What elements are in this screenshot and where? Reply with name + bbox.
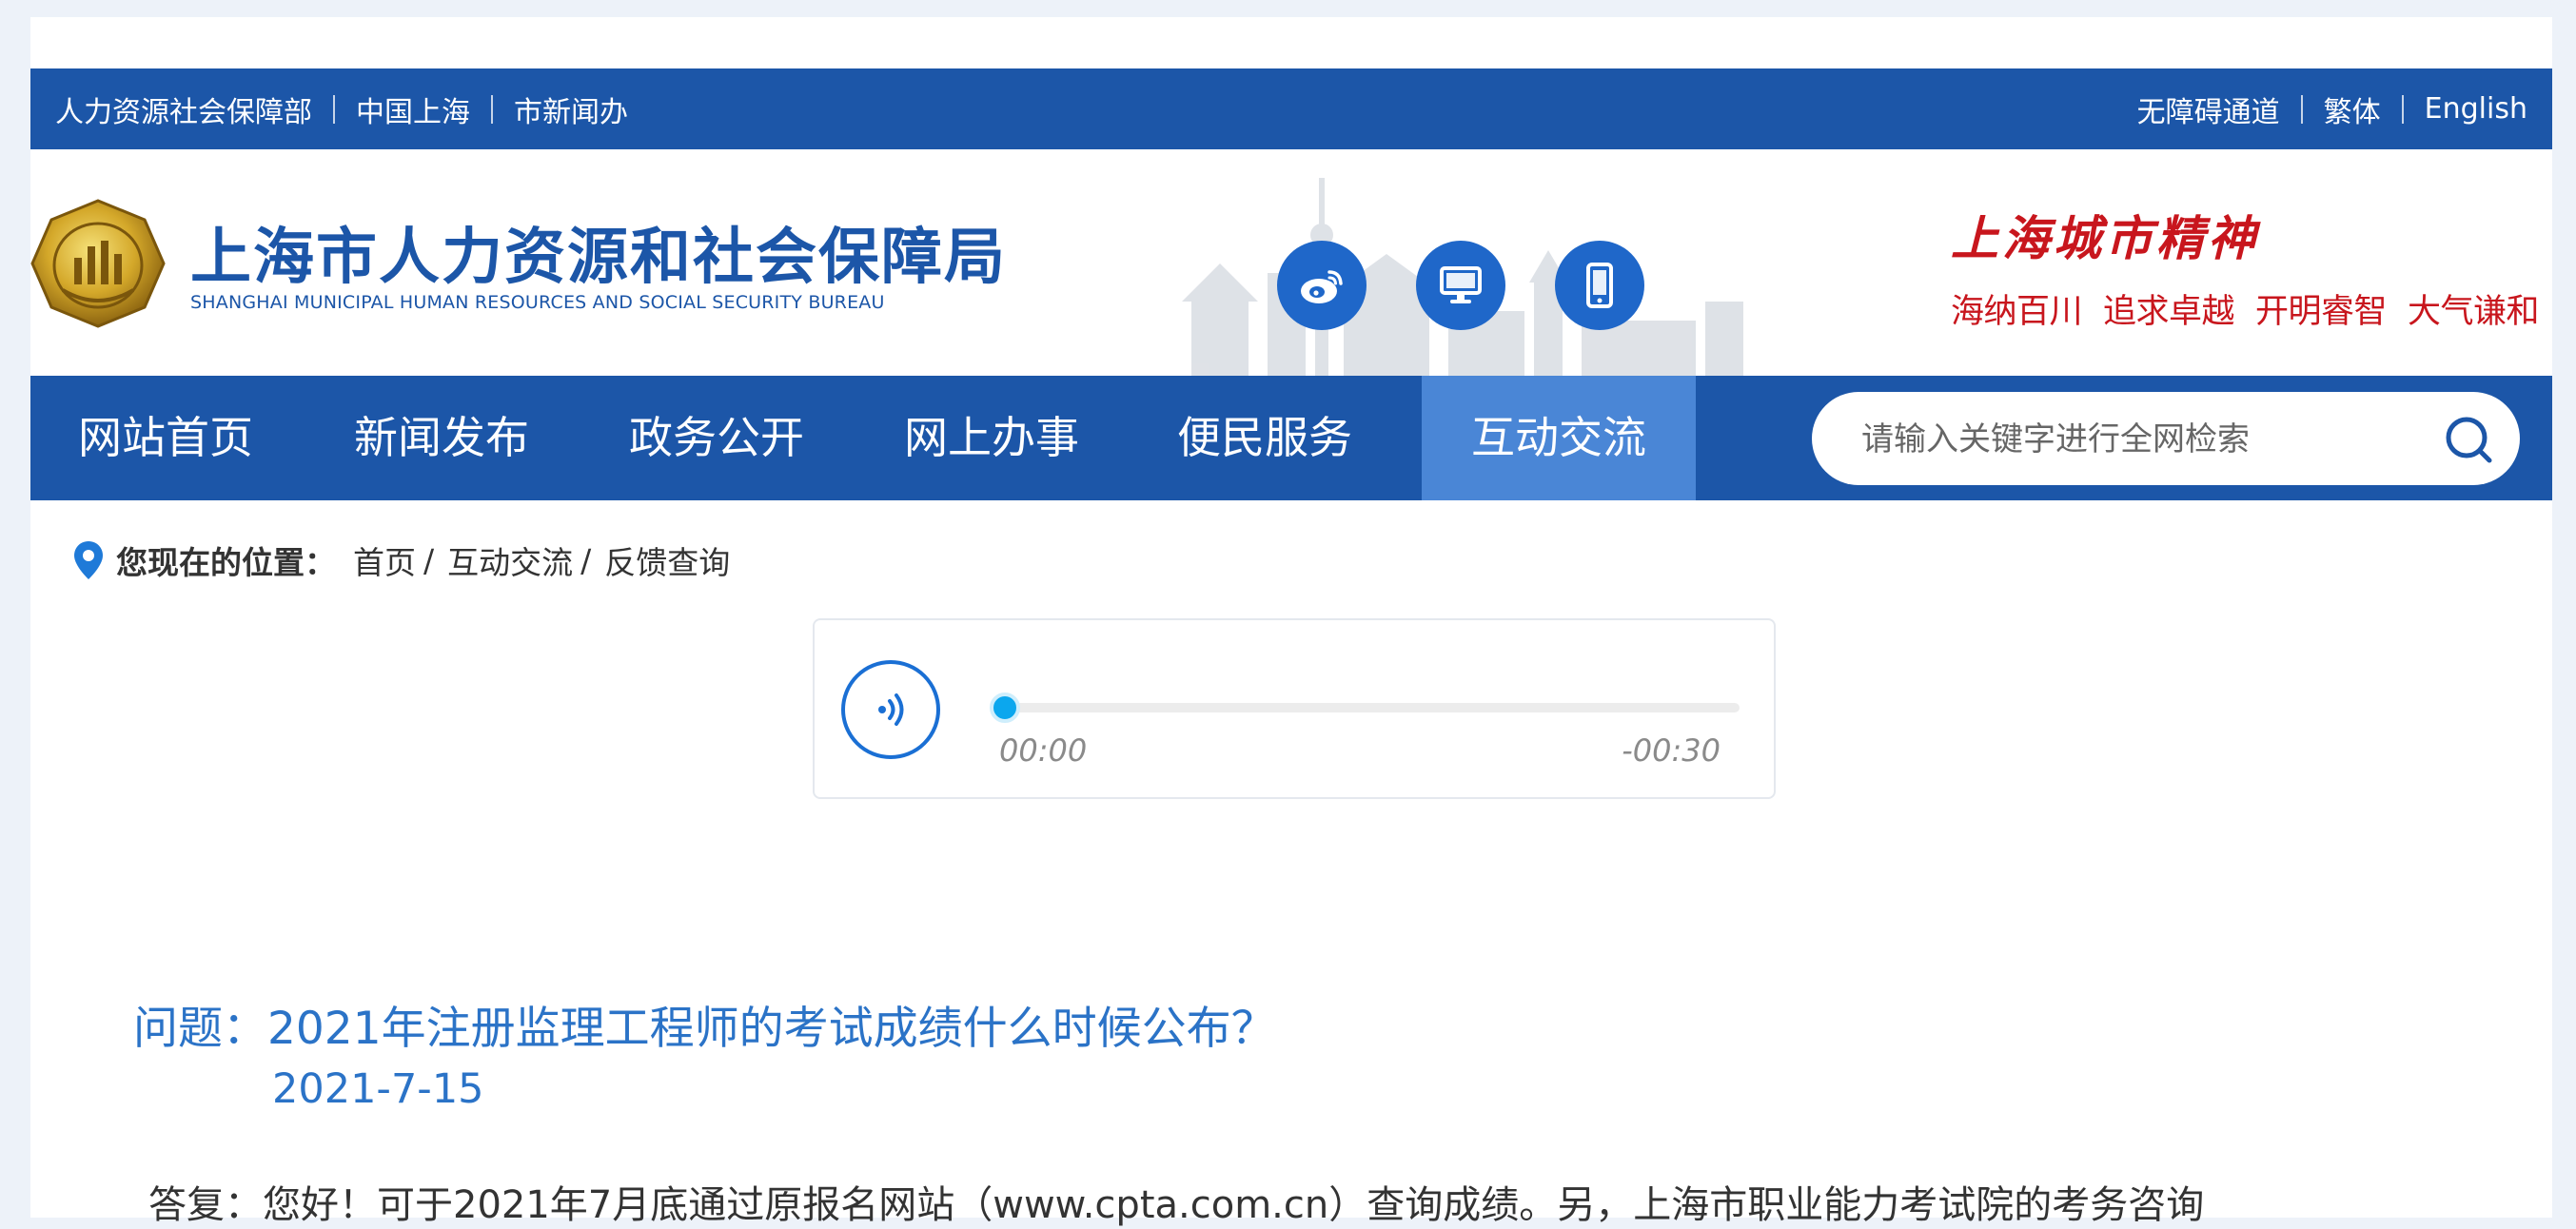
audio-play-button[interactable]	[841, 660, 940, 759]
nav-interaction[interactable]: 互动交流	[1422, 376, 1696, 500]
audio-remaining-time: -00:30	[1622, 732, 1721, 769]
question-title: 问题：2021年注册监理工程师的考试成绩什么时候公布？	[133, 1003, 1276, 1055]
nav-news[interactable]: 新闻发布	[335, 376, 548, 500]
audio-current-time: 00:00	[999, 732, 1088, 769]
spirit-word: 开明睿智	[2255, 293, 2388, 331]
city-spirit-words: 海纳百川 追求卓越 开明睿智 大气谦和	[1951, 284, 2540, 333]
question-date: 2021-7-15	[272, 1065, 484, 1113]
sound-wave-icon	[878, 693, 904, 726]
link-press-office[interactable]: 市新闻办	[514, 88, 628, 130]
nav-home[interactable]: 网站首页	[59, 376, 272, 500]
answer-text: 答复：您好！可于2021年7月底通过原报名网站（www.cpta.com.cn）…	[148, 1183, 2205, 1227]
city-spirit-title: 上海城市精神	[1951, 210, 2259, 266]
link-china-shanghai[interactable]: 中国上海	[356, 88, 470, 130]
breadcrumb-label: 您现在的位置：	[116, 544, 336, 581]
link-mohrss[interactable]: 人力资源社会保障部	[55, 88, 312, 130]
top-utility-bar: 人力资源社会保障部 中国上海 市新闻办 无障碍通道 繁体 English	[30, 68, 2552, 149]
breadcrumb-separator: /	[423, 541, 435, 579]
weibo-icon[interactable]	[1277, 241, 1367, 330]
breadcrumb-feedback-query[interactable]: 反馈查询	[604, 537, 730, 583]
breadcrumb-interaction[interactable]: 互动交流	[447, 537, 573, 583]
search-box	[1812, 392, 2520, 487]
divider	[2401, 94, 2404, 124]
site-title-en: SHANGHAI MUNICIPAL HUMAN RESOURCES AND S…	[190, 292, 885, 313]
divider	[491, 94, 493, 124]
link-traditional-chinese[interactable]: 繁体	[2324, 88, 2381, 130]
spirit-word: 海纳百川	[1951, 293, 2083, 331]
mobile-icon[interactable]	[1555, 241, 1644, 330]
spirit-word: 大气谦和	[2408, 293, 2540, 331]
nav-gov-affairs[interactable]: 政务公开	[610, 376, 823, 500]
link-english[interactable]: English	[2425, 92, 2527, 126]
divider	[333, 94, 335, 124]
audio-progress-track[interactable]	[990, 693, 1740, 723]
top-links-right: 无障碍通道 繁体 English	[2137, 68, 2527, 149]
search-icon[interactable]	[2442, 413, 2495, 466]
link-accessibility[interactable]: 无障碍通道	[2137, 88, 2280, 130]
nav-public-services[interactable]: 便民服务	[1158, 376, 1371, 500]
site-header: 上海市人力资源和社会保障局 SHANGHAI MUNICIPAL HUMAN R…	[30, 149, 2552, 376]
top-links-left: 人力资源社会保障部 中国上海 市新闻办	[55, 68, 628, 149]
page: 人力资源社会保障部 中国上海 市新闻办 无障碍通道 繁体 English 上海市…	[30, 17, 2552, 1227]
desktop-icon[interactable]	[1416, 241, 1505, 330]
main-nav: 网站首页 新闻发布 政务公开 网上办事 便民服务 互动交流	[30, 376, 2552, 500]
breadcrumb: 您现在的位置： 首页 / 互动交流 / 反馈查询	[72, 536, 730, 584]
nav-online-services[interactable]: 网上办事	[885, 376, 1098, 500]
spirit-word: 追求卓越	[2103, 293, 2235, 331]
site-title-cn[interactable]: 上海市人力资源和社会保障局	[190, 208, 1007, 296]
breadcrumb-separator: /	[580, 541, 592, 579]
search-input[interactable]	[1859, 392, 2415, 487]
audio-progress-handle[interactable]	[990, 693, 1020, 723]
audio-player: 00:00 -00:30	[813, 618, 1776, 799]
location-pin-icon	[74, 541, 103, 579]
divider	[2300, 94, 2303, 124]
breadcrumb-home[interactable]: 首页	[353, 537, 416, 583]
bureau-emblem-icon[interactable]	[30, 199, 166, 328]
